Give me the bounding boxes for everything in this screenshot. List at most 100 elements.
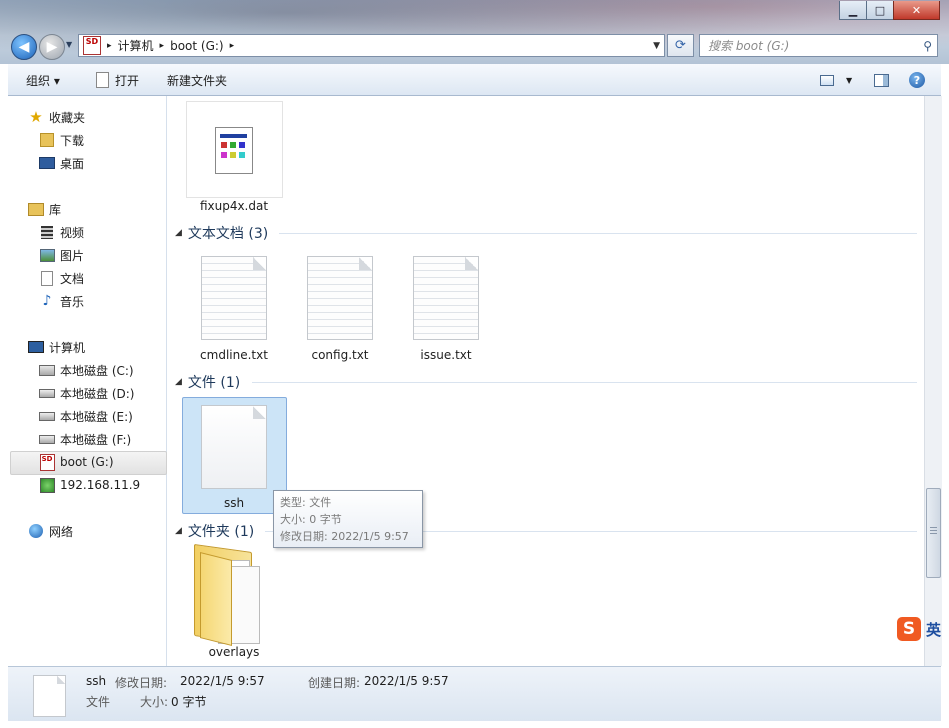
tooltip-modified: 修改日期: 2022/1/5 9:57 bbox=[280, 530, 409, 543]
nav-label: 文档 bbox=[60, 271, 85, 286]
chevron-down-icon: ▼ bbox=[846, 75, 853, 85]
back-button[interactable]: ◀ bbox=[11, 34, 37, 60]
group-header-text-documents[interactable]: ◢ 文本文档 (3) bbox=[175, 223, 268, 243]
nav-label: 音乐 bbox=[60, 294, 85, 309]
search-box[interactable]: 搜索 boot (G:) ⚲ bbox=[699, 34, 938, 57]
nav-item-drive-f[interactable]: 本地磁盘 (F:) bbox=[39, 429, 131, 449]
nav-label: 192.168.11.9 bbox=[60, 478, 141, 492]
nav-item-downloads[interactable]: 下载 bbox=[39, 130, 84, 150]
nav-item-videos[interactable]: 视频 bbox=[39, 222, 84, 242]
collapse-triangle-icon: ◢ bbox=[175, 377, 182, 387]
nav-label: 网络 bbox=[49, 524, 74, 539]
text-file-icon[interactable] bbox=[201, 256, 267, 340]
nav-item-boot-g[interactable]: SD boot (G:) bbox=[39, 452, 114, 472]
search-input[interactable]: 搜索 boot (G:) bbox=[708, 37, 789, 54]
generic-file-icon bbox=[201, 405, 267, 489]
system-drive-icon bbox=[39, 362, 55, 378]
preview-pane-button[interactable] bbox=[874, 71, 889, 89]
organize-menu[interactable]: 组织 ▾ bbox=[26, 71, 60, 89]
file-label[interactable]: config.txt bbox=[288, 348, 392, 362]
music-note-icon: ♪ bbox=[42, 293, 52, 309]
nav-label: 图片 bbox=[60, 248, 85, 263]
collapse-triangle-icon: ◢ bbox=[175, 526, 182, 536]
file-label[interactable]: overlays bbox=[182, 645, 286, 659]
file-label[interactable]: ssh bbox=[182, 496, 286, 510]
group-label: 文本文档 (3) bbox=[187, 226, 269, 242]
address-bar[interactable]: SD ▸ 计算机 ▸ boot (G:) ▸ ▼ bbox=[78, 34, 665, 57]
vertical-scrollbar[interactable] bbox=[924, 96, 942, 666]
nav-network[interactable]: 网络 bbox=[28, 521, 73, 541]
nav-item-documents[interactable]: 文档 bbox=[39, 268, 84, 288]
file-tile-fixup[interactable] bbox=[186, 101, 283, 198]
nav-label: 下载 bbox=[60, 133, 85, 148]
file-label[interactable]: fixup4x.dat bbox=[182, 199, 286, 213]
search-icon[interactable]: ⚲ bbox=[923, 39, 932, 53]
nav-computer[interactable]: 计算机 bbox=[28, 337, 85, 357]
sogou-logo-icon: S bbox=[897, 617, 921, 641]
open-button[interactable]: 打开 bbox=[96, 71, 139, 89]
minimize-button[interactable]: ▁ bbox=[839, 1, 867, 20]
details-filename: ssh bbox=[86, 674, 107, 688]
collapse-triangle-icon: ◢ bbox=[175, 228, 182, 238]
nav-label: 本地磁盘 (C:) bbox=[60, 363, 134, 378]
computer-icon bbox=[28, 339, 44, 355]
help-icon: ? bbox=[909, 72, 925, 88]
breadcrumb-separator[interactable]: ▸ bbox=[160, 41, 165, 51]
breadcrumb-separator[interactable]: ▸ bbox=[230, 41, 235, 51]
group-header-files[interactable]: ◢ 文件 (1) bbox=[175, 372, 240, 392]
sd-card-icon: SD bbox=[83, 36, 101, 55]
recent-pages-dropdown[interactable]: ▼ bbox=[66, 40, 72, 49]
desktop-icon bbox=[39, 155, 55, 171]
nav-favorites[interactable]: ★ 收藏夹 bbox=[28, 107, 85, 127]
navigation-pane: ★ 收藏夹 下载 桌面 库 视频 图片 文档 ♪ 音乐 计算机 本地磁盘 (C:… bbox=[8, 96, 167, 666]
folder-icon[interactable] bbox=[194, 543, 264, 646]
address-dropdown-icon[interactable]: ▼ bbox=[653, 41, 660, 51]
nav-item-music[interactable]: ♪ 音乐 bbox=[39, 291, 84, 311]
library-icon bbox=[28, 201, 44, 217]
open-label: 打开 bbox=[115, 73, 140, 88]
nav-item-desktop[interactable]: 桌面 bbox=[39, 153, 84, 173]
document-icon bbox=[39, 270, 55, 286]
nav-label: 库 bbox=[49, 202, 62, 217]
breadcrumb-computer[interactable]: 计算机 bbox=[118, 37, 154, 54]
nav-item-drive-d[interactable]: 本地磁盘 (D:) bbox=[39, 383, 134, 403]
nav-item-drive-c[interactable]: 本地磁盘 (C:) bbox=[39, 360, 134, 380]
ime-indicator[interactable]: S 英 bbox=[897, 617, 949, 643]
views-button[interactable]: ▼ bbox=[820, 71, 852, 89]
scrollbar-thumb[interactable] bbox=[926, 488, 941, 578]
nav-label: 视频 bbox=[60, 225, 85, 240]
nav-label: 计算机 bbox=[49, 340, 86, 355]
help-button[interactable]: ? bbox=[909, 71, 925, 89]
text-file-icon[interactable] bbox=[413, 256, 479, 340]
group-label: 文件夹 (1) bbox=[187, 524, 255, 540]
network-drive-icon bbox=[39, 477, 55, 493]
star-icon: ★ bbox=[29, 108, 43, 126]
views-icon bbox=[820, 74, 834, 86]
nav-label: 桌面 bbox=[60, 156, 85, 171]
file-label[interactable]: cmdline.txt bbox=[182, 348, 286, 362]
close-button[interactable]: ✕ bbox=[893, 1, 940, 20]
hard-drive-icon bbox=[39, 408, 55, 424]
file-tooltip: 类型: 文件 大小: 0 字节 修改日期: 2022/1/5 9:57 bbox=[273, 490, 423, 548]
nav-item-network-drive[interactable]: 192.168.11.9 bbox=[39, 475, 140, 495]
breadcrumb-boot[interactable]: boot (G:) bbox=[170, 39, 224, 53]
nav-item-pictures[interactable]: 图片 bbox=[39, 245, 84, 265]
nav-libraries[interactable]: 库 bbox=[28, 199, 61, 219]
refresh-button[interactable]: ⟳ bbox=[667, 34, 694, 57]
video-icon bbox=[39, 224, 55, 240]
maximize-button[interactable]: □ bbox=[866, 1, 894, 20]
arrow-right-icon: ▶ bbox=[46, 39, 58, 55]
nav-label: 本地磁盘 (D:) bbox=[60, 386, 135, 401]
group-header-folders[interactable]: ◢ 文件夹 (1) bbox=[175, 521, 254, 541]
new-folder-label: 新建文件夹 bbox=[167, 73, 228, 88]
nav-label: boot (G:) bbox=[60, 455, 114, 469]
command-bar: 组织 ▾ 打开 新建文件夹 ▼ ? bbox=[8, 64, 941, 96]
text-file-icon[interactable] bbox=[307, 256, 373, 340]
forward-button[interactable]: ▶ bbox=[39, 34, 65, 60]
details-size-label: 大小: bbox=[140, 695, 169, 709]
new-folder-button[interactable]: 新建文件夹 bbox=[167, 71, 227, 89]
breadcrumb-separator[interactable]: ▸ bbox=[107, 41, 112, 51]
file-label[interactable]: issue.txt bbox=[394, 348, 498, 362]
nav-item-drive-e[interactable]: 本地磁盘 (E:) bbox=[39, 406, 133, 426]
details-size-value: 0 字节 bbox=[171, 695, 207, 709]
